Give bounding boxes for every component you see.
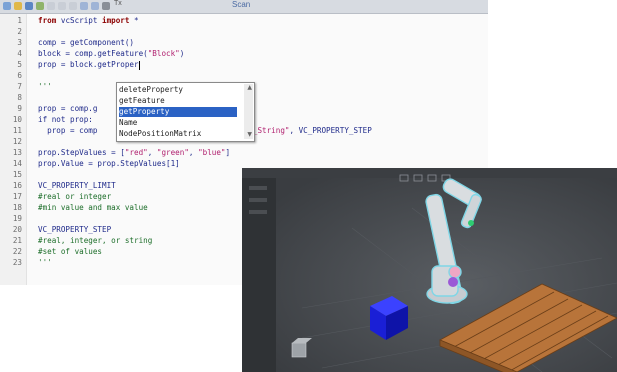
line-number: 17 bbox=[12, 192, 22, 201]
autocomplete-item[interactable]: getFeature bbox=[119, 96, 237, 106]
find-icon[interactable] bbox=[102, 2, 110, 10]
editor-toolbar: Tx Scan bbox=[0, 0, 488, 14]
run-icon[interactable] bbox=[36, 2, 44, 10]
line-number: 22 bbox=[12, 247, 22, 256]
code-token: prop = comp bbox=[38, 126, 98, 135]
code-token: "green" bbox=[156, 148, 189, 157]
code-line[interactable]: VC_PROPERTY_STEP bbox=[38, 225, 111, 236]
code-line[interactable]: prop.StepValues = ["red", "green", "blue… bbox=[38, 148, 230, 159]
code-token: comp = getComponent() bbox=[38, 38, 135, 47]
line-number: 20 bbox=[12, 225, 22, 234]
line-number: 15 bbox=[12, 170, 22, 179]
line-number: 4 bbox=[17, 49, 22, 58]
line-number: 2 bbox=[17, 27, 22, 36]
line-number: 19 bbox=[12, 214, 22, 223]
code-token: import bbox=[102, 16, 130, 25]
code-token: prop.Value = prop.StepValues[1] bbox=[38, 159, 180, 168]
code-token: vcScript bbox=[56, 16, 103, 25]
code-token: "red" bbox=[124, 148, 148, 157]
cut-icon[interactable] bbox=[47, 2, 55, 10]
line-number: 21 bbox=[12, 236, 22, 245]
code-token: * bbox=[129, 16, 139, 25]
code-token: "Block" bbox=[147, 49, 180, 58]
code-token: prop.StepValues = [ bbox=[38, 148, 125, 157]
code-token: , bbox=[188, 148, 199, 157]
redo-icon[interactable] bbox=[91, 2, 99, 10]
line-number: 5 bbox=[17, 60, 22, 69]
code-token: #real, integer, or string bbox=[38, 236, 153, 245]
code-line[interactable]: if not prop: bbox=[38, 115, 93, 126]
code-line[interactable]: #min value and max value bbox=[38, 203, 148, 214]
code-token: ) bbox=[179, 49, 185, 58]
code-line[interactable]: prop = block.getProper bbox=[38, 60, 140, 71]
save-icon[interactable] bbox=[25, 2, 33, 10]
code-token: "blue" bbox=[198, 148, 226, 157]
code-token: from bbox=[38, 16, 57, 25]
toolbar-tab-label[interactable]: Tx bbox=[114, 0, 122, 7]
autocomplete-item[interactable]: deleteProperty bbox=[119, 85, 237, 95]
line-number: 18 bbox=[12, 203, 22, 212]
scroll-down-icon[interactable]: ▼ bbox=[247, 131, 252, 138]
text-caret bbox=[138, 60, 140, 70]
line-number: 6 bbox=[17, 71, 22, 80]
editor-title: Scan bbox=[232, 0, 251, 9]
line-number: 12 bbox=[12, 137, 22, 146]
line-number: 23 bbox=[12, 258, 22, 267]
scene-graphic bbox=[276, 174, 617, 372]
scroll-up-icon[interactable]: ▲ bbox=[247, 84, 252, 91]
code-token: ] bbox=[225, 148, 231, 157]
code-line[interactable]: #real or integer bbox=[38, 192, 111, 203]
code-line[interactable]: #set of values bbox=[38, 247, 102, 258]
code-token: VC_PROPERTY_LIMIT bbox=[38, 181, 116, 190]
code-line[interactable]: comp = getComponent() bbox=[38, 38, 134, 49]
code-token: prop = comp.g bbox=[38, 104, 98, 113]
code-token: if not prop: bbox=[38, 115, 93, 124]
code-line[interactable]: VC_PROPERTY_LIMIT bbox=[38, 181, 116, 192]
code-token: #real or integer bbox=[38, 192, 112, 201]
code-token: , bbox=[147, 148, 157, 157]
3d-viewport[interactable] bbox=[242, 168, 617, 372]
copy-icon[interactable] bbox=[58, 2, 66, 10]
line-number: 8 bbox=[17, 93, 22, 102]
code-token: prop = block.getProper bbox=[38, 60, 139, 69]
code-token: #min value and max value bbox=[38, 203, 148, 212]
paste-icon[interactable] bbox=[69, 2, 77, 10]
line-number: 16 bbox=[12, 181, 22, 190]
code-line[interactable]: from vcScript import * bbox=[38, 16, 139, 27]
undo-icon[interactable] bbox=[80, 2, 88, 10]
line-number: 1 bbox=[17, 16, 22, 25]
line-number: 11 bbox=[12, 126, 22, 135]
code-line[interactable]: prop.Value = prop.StepValues[1] bbox=[38, 159, 180, 170]
code-line[interactable]: ''' bbox=[38, 258, 52, 269]
code-token: #set of values bbox=[38, 247, 103, 256]
line-number: 7 bbox=[17, 82, 22, 91]
line-number: 3 bbox=[17, 38, 22, 47]
autocomplete-item[interactable]: NodePositionMatrix bbox=[119, 129, 237, 139]
code-token: ''' bbox=[38, 258, 52, 267]
code-line[interactable]: block = comp.getFeature("Block") bbox=[38, 49, 184, 60]
code-line[interactable]: #real, integer, or string bbox=[38, 236, 152, 247]
code-token: , VC_PROPERTY_STEP bbox=[289, 126, 372, 135]
line-number: 10 bbox=[12, 115, 22, 124]
open-folder-icon[interactable] bbox=[14, 2, 22, 10]
code-line[interactable]: ''' bbox=[38, 82, 52, 93]
code-token: VC_PROPERTY_STEP bbox=[38, 225, 112, 234]
new-file-icon[interactable] bbox=[3, 2, 11, 10]
code-token: block = comp.getFeature( bbox=[38, 49, 148, 58]
autocomplete-item[interactable]: getProperty bbox=[119, 107, 237, 117]
autocomplete-popup[interactable]: deleteProperty getFeature getProperty Name N… bbox=[116, 82, 255, 142]
line-number: 14 bbox=[12, 159, 22, 168]
code-token: ''' bbox=[38, 82, 52, 91]
autocomplete-item[interactable]: Name bbox=[119, 118, 237, 128]
line-number: 9 bbox=[17, 104, 22, 113]
line-number: 13 bbox=[12, 148, 22, 157]
